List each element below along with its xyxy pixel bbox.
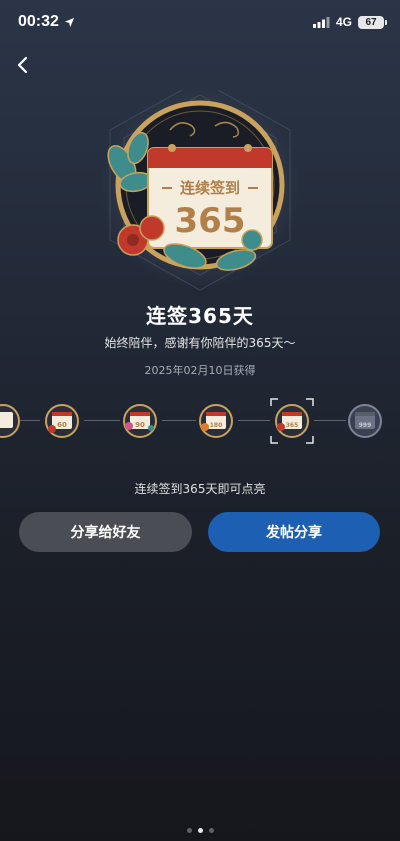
badge-thumb-30[interactable] <box>0 402 22 440</box>
badge-hero: 连续签到 365 <box>0 90 400 300</box>
badge-earned-date: 2025年02月10日获得 <box>144 364 256 377</box>
badge-title: 连签365天 <box>146 304 254 328</box>
location-arrow-icon <box>64 17 75 27</box>
page-dot-active <box>197 828 203 833</box>
network-type: 4G <box>335 15 352 29</box>
badge-thumb-90[interactable]: 90 <box>121 402 159 440</box>
badge-description: 始终陪伴，感谢有你陪伴的365天～ <box>104 336 296 350</box>
badge-thumb-180[interactable]: 180 <box>197 402 235 440</box>
status-indicators: 4G 67 <box>312 15 387 29</box>
badge-illustration: 连续签到 365 <box>100 90 300 291</box>
badge-thumb-number: 60 <box>57 421 67 429</box>
page-indicator <box>0 828 400 833</box>
page-dot <box>186 828 192 833</box>
badge-thumb-number: 999 <box>359 422 372 429</box>
page-dot <box>208 828 214 833</box>
badge-thumb-60[interactable]: 60 <box>43 402 81 440</box>
badge-thumb-number: 365 <box>286 422 299 429</box>
cellular-signal-icon <box>312 16 330 28</box>
badge-carousel[interactable]: 60 90 180 365 999 <box>0 398 400 444</box>
unlock-hint: 连续签到365天即可点亮 <box>134 482 266 496</box>
battery-icon: 67 <box>358 15 387 29</box>
back-button[interactable] <box>10 52 36 78</box>
share-to-friend-button[interactable]: 分享给好友 <box>19 512 192 552</box>
post-share-button[interactable]: 发帖分享 <box>208 512 380 552</box>
time-text: 00:32 <box>18 13 59 30</box>
battery-level: 67 <box>365 16 377 28</box>
badge-thumb-365-selected[interactable]: 365 <box>270 398 314 444</box>
badge-thumb-number: 90 <box>135 421 145 429</box>
badge-thumb-999-locked[interactable]: 999 <box>346 402 384 440</box>
status-bar: 00:32 4G 67 <box>0 0 400 44</box>
calendar-number: 365 <box>175 201 246 241</box>
calendar-label: 连续签到 <box>180 179 240 197</box>
chevron-left-icon <box>17 56 28 74</box>
status-time: 00:32 <box>18 13 75 31</box>
badge-thumb-number: 180 <box>210 422 223 429</box>
